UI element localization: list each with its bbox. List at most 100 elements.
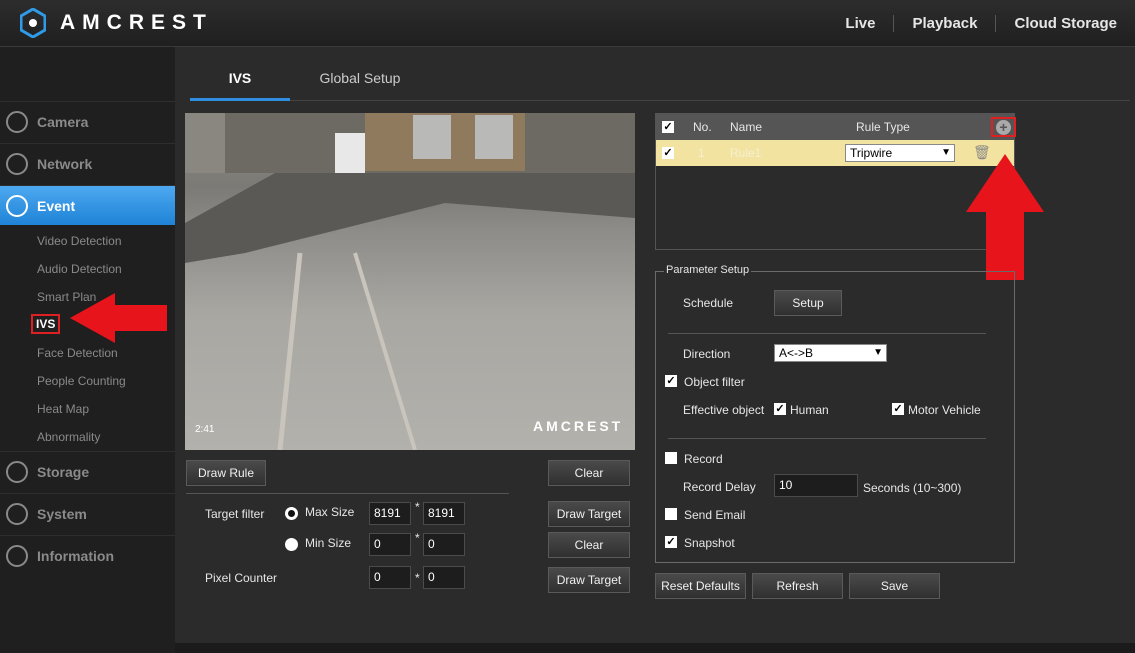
draw-target-pixel-button[interactable]: Draw Target xyxy=(548,567,630,593)
sidebar: Camera Network Event Video Detection Aud… xyxy=(0,47,188,653)
parameter-setup-legend: Parameter Setup xyxy=(664,264,752,276)
sidebar-item-information[interactable]: Information xyxy=(0,535,175,575)
sub-video-detection[interactable]: Video Detection xyxy=(37,234,122,248)
nav-cloud-storage[interactable]: Cloud Storage xyxy=(995,15,1135,32)
add-rule-button[interactable]: + xyxy=(991,117,1016,137)
save-button[interactable]: Save xyxy=(849,573,940,599)
sidebar-item-system[interactable]: System xyxy=(0,493,175,533)
red-arrow-left-icon xyxy=(70,293,167,343)
video-preview[interactable]: 2:41 AMCREST xyxy=(185,113,635,450)
info-icon xyxy=(6,544,28,567)
schedule-setup-button[interactable]: Setup xyxy=(774,290,842,316)
col-no: No. xyxy=(693,120,712,134)
parameter-setup-panel: Parameter Setup Schedule Setup Direction… xyxy=(655,264,1015,563)
human-label: Human xyxy=(790,403,829,417)
sidebar-item-camera[interactable]: Camera xyxy=(0,101,175,141)
plus-icon: + xyxy=(996,120,1011,135)
red-arrow-up-icon xyxy=(966,154,1044,280)
max-width-input[interactable]: 8191 xyxy=(369,502,411,525)
clear-target-button[interactable]: Clear xyxy=(548,532,630,558)
row-checkbox[interactable]: ✓ xyxy=(662,147,674,159)
min-height-input[interactable]: 0 xyxy=(423,533,465,556)
brand-logo: AMCREST xyxy=(20,8,213,38)
times-sign: * xyxy=(415,531,420,545)
max-height-input[interactable]: 8191 xyxy=(423,502,465,525)
rule-table: ✓ No. Name Rule Type + ✓ 1 Rule1 Tripwir… xyxy=(655,113,1016,250)
sidebar-item-storage[interactable]: Storage xyxy=(0,451,175,491)
record-delay-hint: Seconds (10~300) xyxy=(863,481,962,495)
snapshot-label: Snapshot xyxy=(684,536,735,550)
globe-icon xyxy=(6,152,28,175)
reset-defaults-button[interactable]: Reset Defaults xyxy=(655,573,746,599)
select-all-checkbox[interactable]: ✓ xyxy=(662,121,674,133)
nav-playback[interactable]: Playback xyxy=(893,15,995,32)
monitor-icon xyxy=(6,502,28,525)
max-size-label: Max Size xyxy=(305,505,355,519)
record-checkbox[interactable] xyxy=(665,452,677,464)
col-name: Name xyxy=(730,120,763,134)
sidebar-item-event[interactable]: Event xyxy=(0,185,188,226)
record-label: Record xyxy=(684,452,723,466)
nav-live[interactable]: Live xyxy=(827,15,893,32)
video-watermark: AMCREST xyxy=(533,418,624,434)
sub-abnormality[interactable]: Abnormality xyxy=(37,430,100,444)
camera-icon xyxy=(6,110,28,133)
times-sign: * xyxy=(415,571,420,585)
camera-scene-icon xyxy=(185,113,635,450)
rule-type-select[interactable]: Tripwire ▼ xyxy=(845,144,955,162)
direction-select[interactable]: A<->B ▼ xyxy=(774,344,887,362)
times-sign: * xyxy=(415,500,420,514)
video-timestamp: 2:41 xyxy=(195,424,215,435)
motor-vehicle-label: Motor Vehicle xyxy=(908,403,981,417)
brand-name: AMCREST xyxy=(60,11,213,34)
motor-vehicle-checkbox[interactable]: ✓ xyxy=(892,403,904,415)
pixel-height-input[interactable]: 0 xyxy=(423,566,465,589)
divider xyxy=(186,493,509,494)
chevron-down-icon: ▼ xyxy=(941,147,951,158)
record-delay-input[interactable]: 10 xyxy=(774,474,858,497)
top-header: AMCREST Live Playback Cloud Storage xyxy=(0,0,1135,47)
table-row[interactable]: ✓ 1 Rule1 Tripwire ▼ 🗑 xyxy=(656,140,1014,166)
sidebar-item-network[interactable]: Network xyxy=(0,143,175,183)
top-nav: Live Playback Cloud Storage xyxy=(827,0,1135,47)
main-panel: IVS Global Setup 2:41 AMCREST Draw Rule … xyxy=(175,47,1135,643)
row-name[interactable]: Rule1 xyxy=(730,146,761,160)
clear-rule-button[interactable]: Clear xyxy=(548,460,630,486)
tab-ivs[interactable]: IVS xyxy=(190,61,290,101)
amcrest-logo-icon xyxy=(20,8,46,38)
draw-rule-button[interactable]: Draw Rule xyxy=(186,460,266,486)
row-no: 1 xyxy=(698,146,705,160)
tab-bar: IVS Global Setup xyxy=(190,61,1130,101)
min-size-radio[interactable] xyxy=(285,538,298,551)
effective-object-label: Effective object xyxy=(683,403,765,417)
object-filter-checkbox[interactable]: ✓ xyxy=(665,375,677,387)
snapshot-checkbox[interactable]: ✓ xyxy=(665,536,677,548)
divider xyxy=(668,333,986,334)
human-checkbox[interactable]: ✓ xyxy=(774,403,786,415)
chevron-down-icon: ▼ xyxy=(873,347,883,358)
rule-table-header: ✓ No. Name Rule Type + xyxy=(656,114,1016,140)
pixel-width-input[interactable]: 0 xyxy=(369,566,411,589)
tab-global-setup[interactable]: Global Setup xyxy=(305,61,415,101)
pixel-counter-label: Pixel Counter xyxy=(205,571,278,585)
draw-target-button[interactable]: Draw Target xyxy=(548,501,630,527)
schedule-label: Schedule xyxy=(683,296,734,310)
target-filter-label: Target filter xyxy=(205,507,265,521)
sub-people-counting[interactable]: People Counting xyxy=(37,374,126,388)
sub-ivs[interactable]: IVS xyxy=(31,314,61,334)
divider xyxy=(668,438,986,439)
sub-heat-map[interactable]: Heat Map xyxy=(37,402,89,416)
send-email-label: Send Email xyxy=(684,508,746,522)
min-width-input[interactable]: 0 xyxy=(369,533,411,556)
min-size-label: Min Size xyxy=(305,536,352,550)
send-email-checkbox[interactable] xyxy=(665,508,677,520)
col-rule-type: Rule Type xyxy=(856,120,910,134)
record-delay-label: Record Delay xyxy=(683,480,756,494)
cloud-icon xyxy=(6,460,28,483)
sub-face-detection[interactable]: Face Detection xyxy=(37,346,118,360)
object-filter-label: Object filter xyxy=(684,375,745,389)
refresh-button[interactable]: Refresh xyxy=(752,573,843,599)
sub-audio-detection[interactable]: Audio Detection xyxy=(37,262,122,276)
alarm-icon xyxy=(6,194,28,217)
max-size-radio[interactable] xyxy=(285,507,298,520)
